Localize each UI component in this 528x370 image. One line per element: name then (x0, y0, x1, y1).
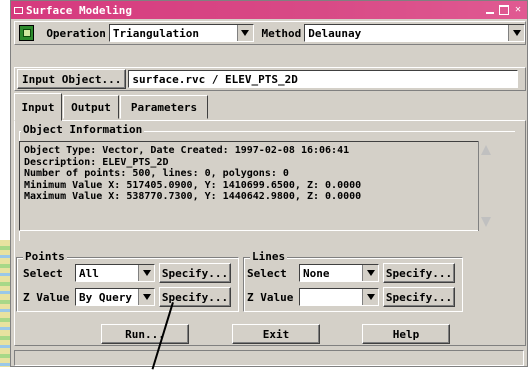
exit-button[interactable]: Exit (232, 324, 320, 344)
points-select-label: Select (23, 266, 63, 280)
window-menu-icon[interactable] (14, 6, 23, 14)
lines-z-label: Z Value (247, 290, 294, 304)
lines-select-row: Select None Specify... (247, 263, 455, 283)
input-object-field[interactable]: surface.rvc / ELEV_PTS_2D (128, 70, 519, 88)
lines-legend: Lines (250, 250, 288, 263)
input-object-button[interactable]: Input Object... (17, 69, 127, 89)
window-title: Surface Modeling (26, 3, 132, 17)
minimize-icon[interactable] (483, 3, 497, 16)
help-button[interactable]: Help (362, 324, 450, 344)
method-value: Delaunay (308, 26, 362, 40)
lines-z-specify-button[interactable]: Specify... (383, 287, 455, 307)
lines-z-select[interactable] (299, 288, 379, 306)
points-z-select[interactable]: By Query (75, 288, 155, 306)
lines-select-value: None (303, 266, 330, 280)
info-line: Description: ELEV_PTS_2D (24, 156, 169, 168)
chevron-down-icon[interactable] (362, 289, 378, 305)
info-line: Minimum Value X: 517405.0900, Y: 1410699… (24, 179, 362, 191)
close-icon[interactable]: ✕ (511, 3, 525, 16)
chevron-down-icon[interactable] (138, 265, 154, 281)
lines-select-label: Select (247, 266, 287, 280)
points-select-value: All (79, 266, 99, 280)
info-scrollbar[interactable] (478, 141, 494, 231)
surface-modeling-window: Surface Modeling ✕ Operation Triangulati… (10, 0, 528, 367)
title-bar: Surface Modeling ✕ (11, 1, 527, 19)
app-icon[interactable] (19, 25, 35, 41)
points-select-specify-button[interactable]: Specify... (159, 263, 231, 283)
tab-parameters[interactable]: Parameters (120, 95, 208, 119)
lines-select-specify-button[interactable]: Specify... (383, 263, 455, 283)
points-select[interactable]: All (75, 264, 155, 282)
operation-toolbar: Operation Triangulation Method Delaunay (14, 21, 526, 45)
points-z-label: Z Value (23, 290, 70, 304)
scroll-up-icon[interactable] (481, 143, 491, 155)
info-line: Number of points: 500, lines: 0, polygon… (24, 168, 289, 179)
method-label: Method (261, 26, 302, 40)
chevron-down-icon[interactable] (362, 265, 378, 281)
points-z-value: By Query (79, 290, 132, 304)
scroll-down-icon[interactable] (481, 217, 491, 229)
tab-output[interactable]: Output (63, 95, 119, 119)
lines-z-row: Z Value Specify... (247, 287, 455, 307)
points-select-row: Select All Specify... (23, 263, 231, 283)
tab-input[interactable]: Input (14, 93, 62, 121)
object-information-legend: Object Information (21, 123, 145, 136)
info-line: Object Type: Vector, Date Created: 1997-… (24, 145, 350, 156)
operation-value: Triangulation (112, 26, 200, 40)
points-legend: Points (23, 250, 67, 263)
operation-label: Operation (46, 26, 106, 40)
info-line: Maximum Value X: 538770.7300, Y: 1440642… (24, 191, 362, 202)
points-z-specify-button[interactable]: Specify... (159, 287, 231, 307)
operation-select[interactable]: Triangulation (108, 24, 254, 42)
chevron-down-icon[interactable] (236, 25, 253, 41)
status-bar (14, 350, 524, 366)
method-select[interactable]: Delaunay (304, 24, 525, 42)
lines-select[interactable]: None (299, 264, 379, 282)
input-object-row: Input Object... surface.rvc / ELEV_PTS_2… (14, 67, 526, 91)
points-z-row: Z Value By Query Specify... (23, 287, 231, 307)
run-button[interactable]: Run... (101, 324, 189, 344)
chevron-down-icon[interactable] (138, 289, 154, 305)
object-information-text: Object Type: Vector, Date Created: 1997-… (19, 141, 494, 231)
chevron-down-icon[interactable] (508, 25, 524, 41)
maximize-icon[interactable] (497, 3, 511, 16)
